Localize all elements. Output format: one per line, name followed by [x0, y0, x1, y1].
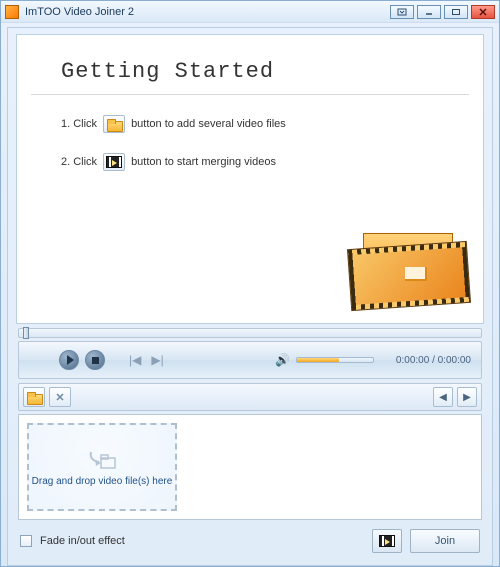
scroll-left-button[interactable]: ◀	[433, 387, 453, 407]
fade-label: Fade in/out effect	[40, 535, 125, 547]
title-bar: ImTOO Video Joiner 2	[1, 1, 499, 23]
prev-frame-button[interactable]: |◀	[127, 353, 143, 367]
play-button[interactable]	[59, 350, 79, 370]
close-x-icon: ✕	[55, 391, 64, 404]
fade-checkbox[interactable]	[20, 535, 32, 547]
maximize-button[interactable]	[444, 5, 468, 19]
player-controls: |◀ ▶| 🔊 0:00:00 / 0:00:00	[18, 341, 482, 379]
film-icon	[379, 535, 395, 547]
remove-file-button[interactable]: ✕	[49, 387, 71, 407]
illustration	[349, 233, 469, 317]
merge-icon-hint	[103, 153, 125, 171]
next-frame-button[interactable]: ▶|	[149, 353, 165, 367]
minimize-button[interactable]	[417, 5, 441, 19]
client-area: Getting Started 1. Click button to add s…	[7, 27, 493, 566]
step-1-prefix: 1. Click	[61, 118, 97, 130]
app-window: ImTOO Video Joiner 2 Getting Started 1. …	[0, 0, 500, 567]
bottom-bar: Fade in/out effect Join	[14, 523, 486, 559]
volume-fill	[297, 358, 339, 362]
skin-button[interactable]	[390, 5, 414, 19]
join-label: Join	[435, 535, 455, 547]
step-1-row: 1. Click button to add several video fil…	[17, 115, 483, 133]
file-list-area: Drag and drop video file(s) here	[18, 414, 482, 520]
drop-target[interactable]: Drag and drop video file(s) here	[27, 423, 177, 511]
step-2-prefix: 2. Click	[61, 156, 97, 168]
file-toolbar: ✕ ◀ ▶	[18, 383, 482, 411]
step-1-suffix: button to add several video files	[131, 118, 286, 130]
close-button[interactable]	[471, 5, 495, 19]
join-button[interactable]: Join	[410, 529, 480, 553]
film-icon	[106, 156, 122, 168]
step-2-suffix: button to start merging videos	[131, 156, 276, 168]
volume-icon[interactable]: 🔊	[275, 353, 290, 367]
seek-bar[interactable]	[18, 328, 482, 338]
app-icon	[5, 5, 19, 19]
getting-started-panel: Getting Started 1. Click button to add s…	[16, 34, 484, 324]
add-files-button[interactable]	[23, 387, 45, 407]
time-display: 0:00:00 / 0:00:00	[396, 355, 471, 366]
drop-arrow-icon	[85, 448, 119, 472]
folder-icon	[27, 392, 41, 403]
join-icon-button[interactable]	[372, 529, 402, 553]
window-buttons	[390, 5, 495, 19]
window-title: ImTOO Video Joiner 2	[25, 6, 390, 18]
drop-hint: Drag and drop video file(s) here	[32, 476, 173, 487]
seek-thumb[interactable]	[23, 327, 29, 339]
step-2-row: 2. Click button to start merging videos	[17, 153, 483, 171]
scroll-right-button[interactable]: ▶	[457, 387, 477, 407]
add-files-icon	[103, 115, 125, 133]
volume-slider[interactable]	[296, 357, 374, 363]
getting-started-title: Getting Started	[31, 35, 469, 95]
stop-button[interactable]	[85, 350, 105, 370]
folder-icon	[107, 119, 121, 130]
